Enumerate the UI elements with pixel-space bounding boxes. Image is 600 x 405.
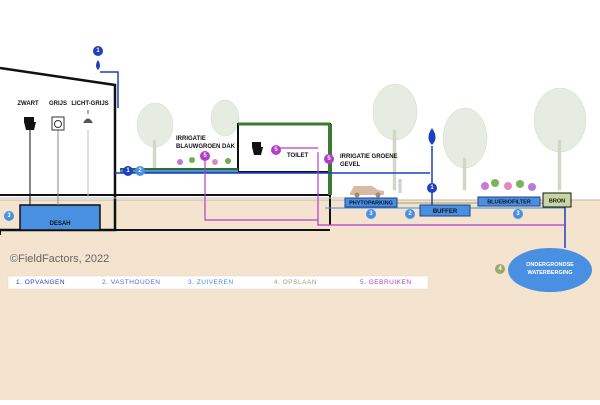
label-zwart: ZWART xyxy=(17,101,39,107)
washing-machine-icon xyxy=(51,116,65,131)
label-toilet: TOILET xyxy=(287,153,309,159)
badge-zuiveren-biofilter: 3 xyxy=(513,209,523,219)
pedestrian-icon xyxy=(398,179,402,193)
label-phytoparking: PHYTOPARKING xyxy=(349,201,393,207)
legend-item: 2. VASTHOUDEN xyxy=(102,279,160,286)
diagram-canvas: DESAH ZWART GRIJS LICHT-GRIJS IRRIGATIE … xyxy=(0,46,600,400)
flower-icon xyxy=(212,159,218,165)
badge-zuiveren-phytoparking: 3 xyxy=(366,209,376,219)
label-licht-grijs: LICHT-GRIJS xyxy=(71,101,108,107)
flower-icon xyxy=(504,182,512,190)
badge-opvangen-top: 1 xyxy=(93,46,103,56)
flower-icon xyxy=(177,159,183,165)
flower-icon xyxy=(528,183,536,191)
tree-trunk xyxy=(462,157,467,191)
badge-gebruiken-facade: 5 xyxy=(324,154,334,164)
legend-item: 4. OPSLAAN xyxy=(274,279,317,286)
rain-drop-icon xyxy=(96,60,100,70)
badge-opvangen-roof: 1 xyxy=(123,166,133,176)
annex-toilet-icon xyxy=(252,142,263,155)
label-waterberging-1: ONDERGRONDSE xyxy=(526,262,574,268)
rain-drop-large-icon xyxy=(428,128,436,145)
tree-icon xyxy=(210,99,240,137)
badge-gebruiken-roof: 5 xyxy=(200,151,210,161)
label-irrigatie-gevel-1: IRRIGATIE GROENE xyxy=(340,154,398,160)
tree-trunk xyxy=(557,139,562,191)
badge-opslaan-storage: 4 xyxy=(495,264,505,274)
badge-zuiveren-desah: 3 xyxy=(4,211,14,221)
label-irrigatie-dak-2: BLAUWGROEN DAK xyxy=(176,144,236,150)
shower-icon xyxy=(83,110,93,123)
legend: 1. OPVANGEN 2. VASTHOUDEN 3. ZUIVEREN 4. OP… xyxy=(7,275,429,290)
desah-label: DESAH xyxy=(49,221,70,227)
car-icon xyxy=(350,186,384,198)
plant-icon xyxy=(491,179,499,187)
badge-opvangen-buffer: 1 xyxy=(427,183,437,193)
biofilter-plants xyxy=(481,179,536,191)
plant-icon xyxy=(189,157,195,163)
label-buffer: BUFFER xyxy=(433,209,458,215)
legend-item: 3. ZUIVEREN xyxy=(188,279,234,286)
tree-trunk xyxy=(392,129,397,191)
label-bron: BRON xyxy=(549,199,565,205)
flower-icon xyxy=(481,182,489,190)
tree-trunk xyxy=(152,139,157,171)
badge-vasthouden-buffer: 2 xyxy=(405,209,415,219)
badge-gebruiken-toilet: 5 xyxy=(271,145,281,155)
legend-item: 1. OPVANGEN xyxy=(16,279,65,286)
label-waterberging-2: WATERBERGING xyxy=(527,270,572,276)
label-irrigatie-dak-1: IRRIGATIE xyxy=(176,136,206,142)
plant-icon xyxy=(225,158,231,164)
plant-icon xyxy=(516,180,524,188)
water-cycle-diagram: DESAH ZWART GRIJS LICHT-GRIJS IRRIGATIE … xyxy=(0,0,600,400)
label-irrigatie-gevel-2: GEVEL xyxy=(340,162,361,168)
copyright-text: ©FieldFactors, 2022 xyxy=(10,253,109,265)
toilet-icon xyxy=(24,117,36,130)
label-bluebiofilter: BLUEBIOFILTER xyxy=(487,200,531,206)
label-grijs: GRIJS xyxy=(49,101,67,107)
badge-vasthouden-roof: 2 xyxy=(135,166,145,176)
legend-item: 5. GEBRUIKEN xyxy=(360,279,412,286)
